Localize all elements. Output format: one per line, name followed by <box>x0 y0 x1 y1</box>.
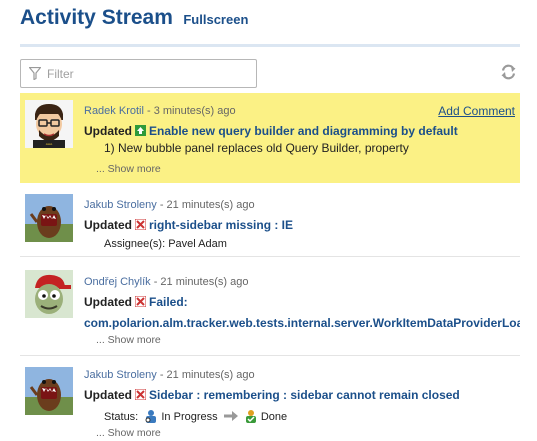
refresh-icon[interactable] <box>500 64 517 80</box>
assignee-detail: Assignee(s): Pavel Adam <box>104 238 227 250</box>
entry-action-line-cont: com.polarion.alm.tracker.web.tests.inter… <box>84 316 520 330</box>
action-label: Updated <box>84 388 132 402</box>
work-item-link-cont[interactable]: com.polarion.alm.tracker.web.tests.inter… <box>84 316 520 330</box>
entry-meta: Radek Krotil - 3 minutes(s) ago <box>84 105 236 117</box>
timestamp: - 21 minutes(s) ago <box>150 276 249 288</box>
entry-description: 1) New bubble panel replaces old Query B… <box>104 141 409 155</box>
entry-divider <box>20 355 520 356</box>
timestamp: - 21 minutes(s) ago <box>156 199 255 211</box>
work-item-link[interactable]: right-sidebar missing : IE <box>149 218 293 232</box>
ellipsis: ... <box>96 163 108 175</box>
action-label: Updated <box>84 218 132 232</box>
arrow-right-icon <box>223 411 238 421</box>
show-more-label: Show more <box>107 427 161 439</box>
author-name[interactable]: Radek Krotil <box>84 105 144 117</box>
show-more-label: Show more <box>107 334 161 346</box>
entry-action-line: Updated Sidebar : remembering : sidebar c… <box>84 388 460 402</box>
avatar <box>25 194 73 242</box>
ellipsis: ... <box>96 427 108 439</box>
entry-meta: Ondřej Chylík - 21 minutes(s) ago <box>84 276 248 288</box>
defect-icon <box>135 389 146 400</box>
work-item-link[interactable]: Failed: <box>149 295 188 309</box>
activity-entry: Ondřej Chylík - 21 minutes(s) ago Update… <box>20 264 520 356</box>
status-from: In Progress <box>161 411 218 423</box>
action-label: Updated <box>84 124 132 138</box>
avatar <box>25 270 73 318</box>
filter-box[interactable] <box>20 59 257 88</box>
entry-action-line: Updated Failed: <box>84 295 188 309</box>
show-more-link[interactable]: ... Show more <box>96 334 161 346</box>
timestamp: - 21 minutes(s) ago <box>156 369 255 381</box>
activity-entry: Jakub Stroleny - 21 minutes(s) ago Updat… <box>20 185 520 257</box>
avatar: ᴬᴬᴬ <box>25 100 73 148</box>
entry-action-line: Updated right-sidebar missing : IE <box>84 218 293 232</box>
header: Activity Stream Fullscreen <box>20 6 520 30</box>
show-more-link[interactable]: ... Show more <box>96 427 161 439</box>
avatar <box>25 367 73 415</box>
timestamp: - 3 minutes(s) ago <box>143 105 236 117</box>
work-item-link[interactable]: Sidebar : remembering : sidebar cannot r… <box>149 388 460 402</box>
fullscreen-link[interactable]: Fullscreen <box>183 12 248 27</box>
improvement-icon <box>135 125 146 136</box>
author-name[interactable]: Ondřej Chylík <box>84 276 151 288</box>
done-icon <box>245 410 256 423</box>
entry-meta: Jakub Stroleny - 21 minutes(s) ago <box>84 199 255 211</box>
add-comment-link[interactable]: Add Comment <box>438 104 515 118</box>
header-divider <box>20 44 520 47</box>
activity-entry: Jakub Stroleny - 21 minutes(s) ago Updat… <box>20 358 520 441</box>
ellipsis: ... <box>96 334 108 346</box>
entry-divider <box>20 256 520 257</box>
page-title: Activity Stream <box>20 6 173 29</box>
show-more-link[interactable]: ... Show more <box>96 163 161 175</box>
action-label: Updated <box>84 295 132 309</box>
entry-action-line: Updated Enable new query builder and diag… <box>84 124 458 138</box>
work-item-link[interactable]: Enable new query builder and diagramming… <box>149 124 458 138</box>
author-name[interactable]: Jakub Stroleny <box>84 369 157 381</box>
show-more-label: Show more <box>107 163 161 175</box>
status-label: Status: <box>104 411 139 423</box>
status-to: Done <box>260 411 288 423</box>
in-progress-icon <box>145 410 157 423</box>
activity-entry: ᴬᴬᴬ Radek Krotil - 3 minutes(s) ago Add … <box>20 93 520 183</box>
author-name[interactable]: Jakub Stroleny <box>84 199 157 211</box>
svg-text:ᴬᴬᴬ: ᴬᴬᴬ <box>46 143 53 148</box>
defect-icon <box>135 296 146 307</box>
filter-input[interactable] <box>47 65 247 83</box>
entry-meta: Jakub Stroleny - 21 minutes(s) ago <box>84 369 255 381</box>
defect-icon <box>135 219 146 230</box>
funnel-icon <box>29 67 41 80</box>
status-change: Status: In Progress Done <box>104 409 287 423</box>
